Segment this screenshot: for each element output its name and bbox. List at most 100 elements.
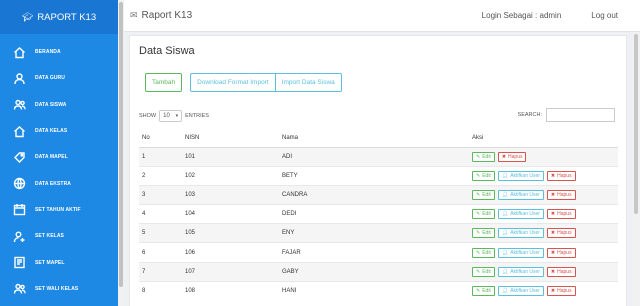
sidebar-item-data-siswa[interactable]: DATA SISWA — [0, 92, 118, 118]
aktifkan-user-button-label: Aktifkan User — [510, 211, 540, 218]
table-row: 8 108 HANI ✎ Edit 👤︎ Aktifkan User ✖ Hapus — [139, 280, 618, 301]
sidebar-item-beranda[interactable]: BERANDA — [0, 39, 118, 65]
sidebar-item-set-wali-kelas[interactable]: SET WALI KELAS — [0, 276, 118, 302]
aktifkan-user-button[interactable]: 👤︎ Aktifkan User — [497, 286, 544, 297]
user-plus-icon — [13, 230, 26, 243]
hapus-button[interactable]: ✖ Hapus — [546, 189, 576, 200]
data-siswa-panel: Data Siswa Tambah Download Format Import… — [129, 35, 627, 306]
aktifkan-user-button[interactable]: 👤︎ Aktifkan User — [497, 228, 544, 239]
sidebar: 🎓︎ RAPORT K13 BERANDA DATA GURU DATA SISWA… — [0, 0, 118, 306]
aktifkan-user-button[interactable]: 👤︎ Aktifkan User — [497, 247, 544, 258]
sidebar-item-data-guru[interactable]: DATA GURU — [0, 65, 118, 91]
search-input[interactable] — [546, 108, 615, 122]
login-info: Login Sebagai : admin — [481, 11, 562, 20]
table-row: 3 103 CANDRA ✎ Edit 👤︎ Aktifkan User ✖ Hapus — [139, 184, 618, 205]
hapus-button[interactable]: ✖ Hapus — [497, 151, 527, 162]
hapus-button[interactable]: ✖ Hapus — [546, 228, 576, 239]
sidebar-item-set-kelas[interactable]: SET KELAS — [0, 223, 118, 249]
edit-button[interactable]: ✎ Edit — [472, 228, 495, 239]
chevron-down-icon: ▾ — [175, 113, 179, 119]
import-button[interactable]: Import Data Siswa — [275, 73, 342, 92]
table-row: 5 105 ENY ✎ Edit 👤︎ Aktifkan User ✖ Hapus — [139, 223, 618, 243]
header-title: ✉ Raport K13 — [130, 10, 192, 21]
hapus-button-label: Hapus — [557, 288, 572, 295]
entries-value: 10 — [163, 113, 170, 119]
cell-aksi: ✎ Edit 👤︎ Aktifkan User ✖ Hapus — [469, 204, 618, 224]
tag-icon — [13, 151, 26, 164]
sidebar-scrollbar[interactable] — [118, 0, 124, 306]
search-control: SEARCH: — [518, 108, 615, 122]
hapus-button-label: Hapus — [557, 268, 572, 275]
edit-button[interactable]: ✎ Edit — [472, 247, 495, 258]
hapus-button[interactable]: ✖ Hapus — [546, 209, 576, 220]
sidebar-item-data-ekstra[interactable]: DATA EKSTRA — [0, 170, 118, 196]
search-label: SEARCH: — [517, 112, 542, 118]
cell-aksi: ✎ Edit 👤︎ Aktifkan User ✖ Hapus — [469, 223, 618, 243]
topbar: ✉ Raport K13 Login Sebagai : admin Log o… — [124, 0, 640, 32]
hapus-button[interactable]: ✖ Hapus — [546, 286, 576, 297]
home-icon — [13, 125, 26, 138]
cell-no: 1 — [139, 146, 182, 167]
edit-button[interactable]: ✎ Edit — [472, 286, 495, 297]
sidebar-item-label: DATA KELAS — [35, 128, 68, 135]
edit-button[interactable]: ✎ Edit — [472, 266, 495, 277]
close-icon: ✖ — [550, 172, 556, 179]
sidebar-item-label: DATA EKSTRA — [35, 180, 72, 187]
edit-button-label: Edit — [482, 288, 491, 295]
entries-select[interactable]: 10 ▾ — [159, 110, 183, 122]
sidebar-menu: BERANDA DATA GURU DATA SISWA DATA KELAS DATA… — [0, 39, 118, 302]
edit-button[interactable]: ✎ Edit — [472, 170, 495, 181]
sidebar-item-data-kelas[interactable]: DATA KELAS — [0, 118, 118, 144]
page-title: Data Siswa — [139, 45, 195, 57]
cell-nisn: 103 — [182, 184, 279, 205]
aktifkan-user-button[interactable]: 👤︎ Aktifkan User — [497, 209, 544, 220]
edit-button[interactable]: ✎ Edit — [472, 189, 495, 200]
sidebar-item-set-mapel[interactable]: SET MAPEL — [0, 249, 118, 275]
cell-no: 8 — [139, 280, 182, 301]
edit-button-label: Edit — [482, 230, 491, 237]
cell-nama: DEDI — [279, 204, 469, 224]
edit-button[interactable]: ✎ Edit — [472, 209, 495, 220]
hapus-button[interactable]: ✖ Hapus — [546, 170, 576, 181]
hapus-button[interactable]: ✖ Hapus — [546, 247, 576, 258]
cell-aksi: ✎ Edit 👤︎ Aktifkan User ✖ Hapus — [469, 280, 618, 301]
users-icon — [13, 282, 26, 295]
sidebar-item-set-tahun-aktif[interactable]: SET TAHUN AKTIF — [0, 197, 118, 223]
logout-link[interactable]: Log out — [591, 11, 618, 20]
cell-nama: CANDRA — [279, 184, 469, 205]
table-row: 4 104 DEDI ✎ Edit 👤︎ Aktifkan User ✖ Hapus — [139, 204, 618, 224]
aktifkan-user-button[interactable]: 👤︎ Aktifkan User — [497, 170, 544, 181]
sidebar-item-label: SET TAHUN AKTIF — [35, 206, 81, 213]
edit-icon: ✎ — [476, 211, 481, 218]
edit-icon: ✎ — [476, 230, 481, 237]
hapus-button-label: Hapus — [557, 191, 572, 198]
col-no[interactable]: No — [139, 129, 182, 148]
col-nama[interactable]: Nama — [279, 129, 469, 148]
siswa-table: No NISN Nama Aksi 1 101 ADI ✎ Edit ✖ Hapus 2 102… — [139, 129, 618, 301]
hapus-button[interactable]: ✖ Hapus — [546, 266, 576, 277]
users-icon — [13, 98, 26, 111]
tambah-button[interactable]: Tambah — [145, 73, 183, 92]
close-icon: ✖ — [550, 211, 556, 218]
hapus-button-label: Hapus — [557, 211, 572, 218]
edit-button[interactable]: ✎ Edit — [472, 151, 495, 162]
aktifkan-user-button[interactable]: 👤︎ Aktifkan User — [497, 266, 544, 277]
sidebar-item-data-mapel[interactable]: DATA MAPEL — [0, 144, 118, 170]
brand-title: RAPORT K13 — [37, 11, 97, 23]
cell-nama: GABY — [279, 261, 469, 282]
cell-no: 3 — [139, 184, 182, 205]
sidebar-item-label: DATA MAPEL — [35, 154, 68, 161]
aktifkan-user-button-label: Aktifkan User — [510, 249, 540, 256]
brand[interactable]: 🎓︎ RAPORT K13 — [0, 0, 118, 34]
page-scrollbar[interactable] — [632, 32, 640, 306]
download-format-button[interactable]: Download Format Import — [190, 73, 276, 92]
home-icon — [13, 46, 26, 59]
cell-nisn: 106 — [182, 242, 279, 263]
hapus-button-label: Hapus — [508, 153, 523, 160]
envelope-icon[interactable]: ✉ — [130, 10, 138, 21]
col-nisn[interactable]: NISN — [182, 129, 279, 148]
table-row: 1 101 ADI ✎ Edit ✖ Hapus — [139, 146, 618, 167]
hapus-button-label: Hapus — [557, 249, 572, 256]
cell-no: 2 — [139, 165, 182, 186]
aktifkan-user-button[interactable]: 👤︎ Aktifkan User — [497, 189, 544, 200]
